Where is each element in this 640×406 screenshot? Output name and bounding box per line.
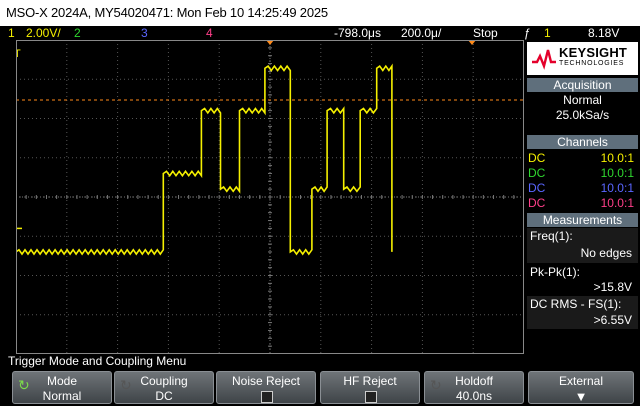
external-label: External: [558, 374, 604, 388]
brand-name: KEYSIGHT: [559, 45, 628, 60]
meas-dcrms-value: >6.55V: [593, 313, 632, 327]
channel-row-1: DC 10.0:1: [527, 151, 638, 166]
channel-row-2: DC 10.0:1: [527, 166, 638, 181]
hf-reject-checkbox[interactable]: [365, 391, 377, 403]
holdoff-softkey[interactable]: ↻ Holdoff 40.0ns: [424, 371, 524, 404]
softkey-menu-title: Trigger Mode and Coupling Menu: [0, 354, 640, 369]
ch2-probe: 10.0:1: [600, 166, 634, 180]
meas-pkpk-label: Pk-Pk(1):: [530, 265, 581, 279]
measurement-freq: Freq(1): No edges: [527, 228, 638, 263]
measurement-dcrms: DC RMS - FS(1): >6.55V: [527, 296, 638, 329]
right-info-panel: KEYSIGHT TECHNOLOGIES Acquisition Normal…: [524, 40, 640, 354]
coupling-value: DC: [155, 389, 173, 403]
title-bar: MSO-X 2024A, MY54020471: Mon Feb 10 14:2…: [0, 0, 640, 26]
menu-title-text: Trigger Mode and Coupling Menu: [8, 354, 187, 368]
ch3-probe: 10.0:1: [600, 181, 634, 195]
softkey-bar: ↻ Mode Normal ↻ Coupling DC Noise Reject…: [0, 369, 640, 406]
ch1-scale[interactable]: 2.00V/: [26, 26, 61, 40]
measurement-pkpk: Pk-Pk(1): >15.8V: [527, 264, 638, 295]
keysight-logo: KEYSIGHT TECHNOLOGIES: [527, 42, 638, 75]
channel-row-4: DC 10.0:1: [527, 196, 638, 211]
channels-header[interactable]: Channels: [527, 135, 638, 149]
trigger-edge-icon: ƒ: [524, 26, 531, 40]
mode-softkey[interactable]: ↻ Mode Normal: [12, 371, 112, 404]
waveform-display[interactable]: T1: [16, 40, 524, 354]
holdoff-value: 40.0ns: [455, 389, 493, 403]
ch1-number[interactable]: 1: [8, 26, 15, 40]
keysight-wave-icon: [532, 49, 556, 70]
coupling-softkey[interactable]: ↻ Coupling DC: [114, 371, 214, 404]
mode-value: Normal: [42, 389, 82, 403]
status-bar: 1 2.00V/ 2 3 4 -798.0μs 200.0μ/ Stop ƒ 1…: [0, 26, 640, 40]
holdoff-label: Holdoff: [455, 374, 493, 388]
noise-reject-label: Noise Reject: [231, 374, 301, 388]
ch4-coupling: DC: [528, 196, 546, 210]
trigger-channel[interactable]: 1: [544, 26, 551, 40]
channel-row-3: DC 10.0:1: [527, 181, 638, 196]
ch2-coupling: DC: [528, 166, 546, 180]
measurements-header[interactable]: Measurements: [527, 213, 638, 227]
coupling-label: Coupling: [140, 374, 188, 388]
mode-label: Mode: [46, 374, 78, 388]
window-title: MSO-X 2024A, MY54020471: Mon Feb 10 14:2…: [6, 5, 328, 20]
meas-freq-label: Freq(1):: [530, 229, 573, 243]
meas-dcrms-label: DC RMS - FS(1):: [530, 297, 622, 311]
ch3-coupling: DC: [528, 181, 546, 195]
noise-reject-checkbox[interactable]: [261, 391, 273, 403]
noise-reject-softkey[interactable]: Noise Reject: [216, 371, 316, 404]
ch4-probe: 10.0:1: [600, 196, 634, 210]
hf-reject-label: HF Reject: [343, 374, 397, 388]
ch2-number[interactable]: 2: [74, 26, 81, 40]
trigger-level[interactable]: 8.18V: [588, 26, 619, 40]
ch3-number[interactable]: 3: [141, 26, 148, 40]
hf-reject-softkey[interactable]: HF Reject: [320, 371, 420, 404]
ch1-coupling: DC: [528, 151, 546, 165]
meas-freq-value: No edges: [580, 246, 632, 260]
down-arrow-icon: ▼: [574, 389, 588, 404]
brand-subtitle: TECHNOLOGIES: [559, 60, 625, 67]
run-state[interactable]: Stop: [473, 26, 498, 40]
acquisition-mode: Normal: [527, 93, 638, 107]
external-softkey[interactable]: External ▼: [528, 371, 634, 404]
meas-pkpk-value: >15.8V: [593, 280, 632, 294]
ch4-number[interactable]: 4: [206, 26, 213, 40]
ch1-probe: 10.0:1: [600, 151, 634, 165]
sample-rate: 25.0kSa/s: [527, 108, 638, 132]
horizontal-delay[interactable]: -798.0μs: [334, 26, 381, 40]
timebase-scale[interactable]: 200.0μ/: [401, 26, 441, 40]
acquisition-header[interactable]: Acquisition: [527, 78, 638, 92]
